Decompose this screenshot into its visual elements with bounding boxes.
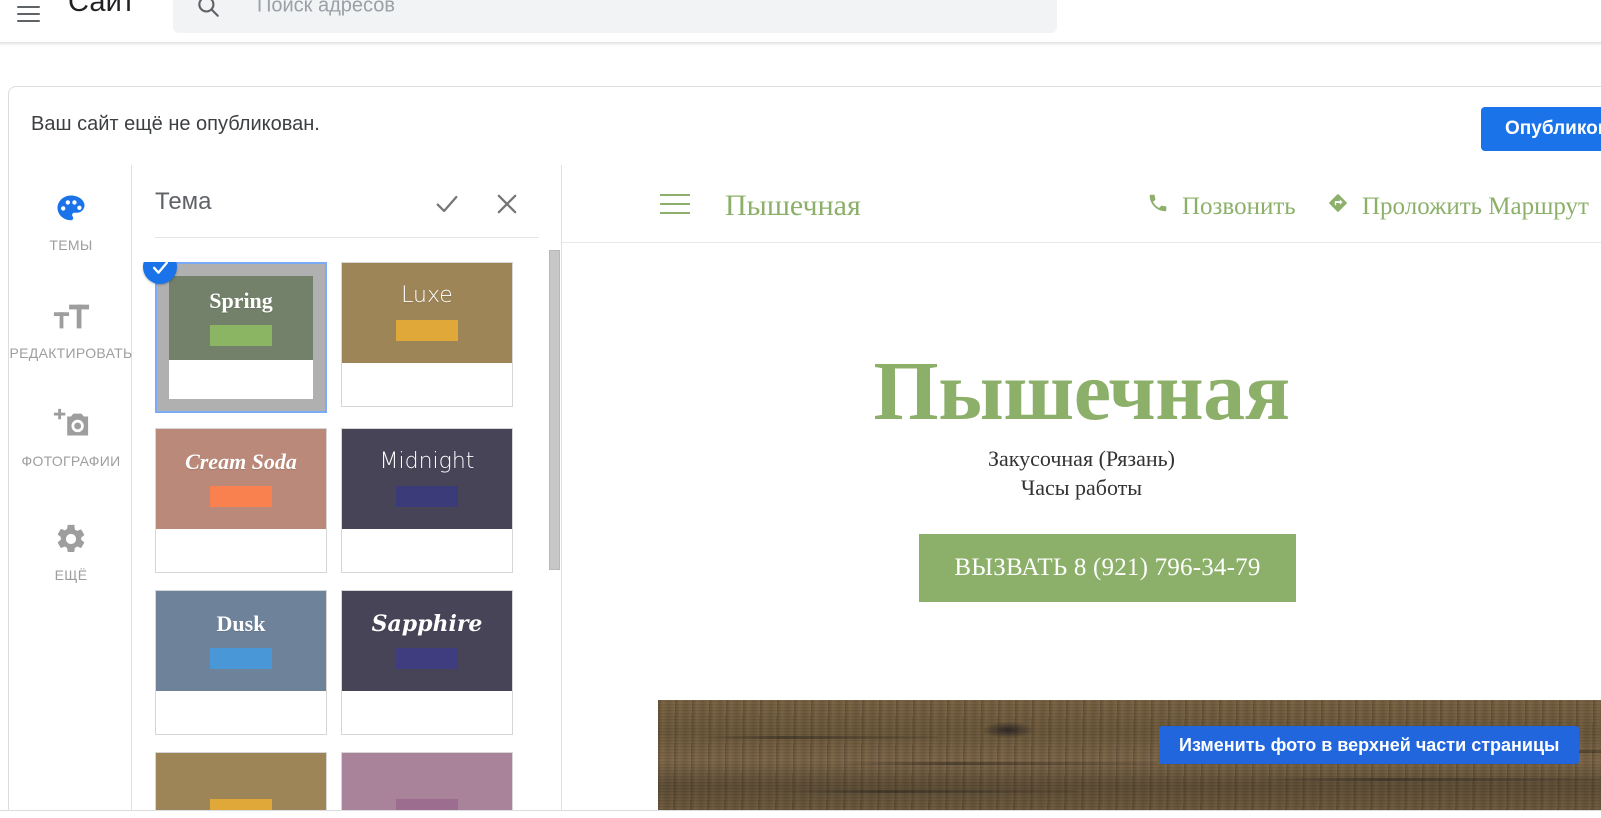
gear-icon xyxy=(54,519,88,559)
page-bottom-border xyxy=(0,810,1601,811)
preview-nav-directions[interactable]: Проложить Маршрут xyxy=(1327,192,1589,221)
theme-card-accent-swatch xyxy=(396,799,458,810)
theme-panel: Тема Spring Luxe Cream Soda Midnight Dusk Sap… xyxy=(132,165,562,810)
theme-card-accent-swatch xyxy=(396,320,458,341)
theme-panel-title: Тема xyxy=(155,188,212,215)
preview-brand-name: Пышечная xyxy=(725,189,861,222)
theme-card-cream-soda[interactable]: Cream Soda xyxy=(155,428,327,573)
theme-card-preview: Sapphire xyxy=(342,591,512,691)
theme-panel-header: Тема xyxy=(132,165,561,238)
theme-card-name: Luxe xyxy=(401,283,453,308)
theme-card-name: Cream Soda xyxy=(185,449,297,474)
theme-card-body xyxy=(342,529,512,572)
hamburger-menu-icon[interactable] xyxy=(6,0,50,36)
top-bar-shadow xyxy=(0,42,1601,46)
theme-card-dusk[interactable]: Dusk xyxy=(155,590,327,735)
publish-button[interactable]: Опубликовать xyxy=(1481,107,1601,151)
close-icon[interactable] xyxy=(490,187,524,221)
sidebar-item-themes[interactable]: ТЕМЫ xyxy=(9,175,133,267)
theme-card-accent-swatch xyxy=(210,486,272,507)
add-photo-icon xyxy=(52,405,90,445)
top-app-bar: Сайт Поиск адресов xyxy=(0,0,1601,42)
hero-subtitle-category: Закусочная (Рязань) xyxy=(987,446,1175,471)
theme-card-preview: Spring xyxy=(169,276,313,360)
hero-title: Пышечная xyxy=(873,345,1290,438)
publish-banner: Ваш сайт ещё не опубликован. Опубликоват… xyxy=(8,86,1601,165)
theme-scrollbar-thumb[interactable] xyxy=(549,250,560,570)
theme-grid: Spring Luxe Cream Soda Midnight Dusk Sapphire xyxy=(132,262,561,810)
preview-nav-label: Позвонить xyxy=(1182,192,1296,220)
theme-card-name: Dusk xyxy=(216,611,266,636)
wood-grain-streak xyxy=(698,736,938,739)
theme-card-accent-swatch xyxy=(210,648,272,669)
theme-card-preview: Dusk xyxy=(156,591,326,691)
preview-nav-label: Проложить Маршрут xyxy=(1362,192,1589,220)
theme-card-luxe[interactable]: Luxe xyxy=(341,262,513,407)
theme-card-spring[interactable]: Spring xyxy=(143,262,327,413)
theme-card-body xyxy=(342,691,512,734)
directions-icon xyxy=(1327,192,1349,221)
preview-site-header: Пышечная Позвонить Проложить Маршрут xyxy=(562,165,1601,243)
wood-knot-detail xyxy=(983,722,1033,738)
theme-card-accent-swatch xyxy=(210,325,272,346)
site-preview: Пышечная Позвонить Проложить Маршрут Пыш… xyxy=(562,165,1601,810)
banner-message: Ваш сайт ещё не опубликован. xyxy=(31,113,320,135)
header-divider xyxy=(155,237,539,238)
theme-card-name: Spring xyxy=(209,288,273,313)
palette-icon xyxy=(53,189,89,229)
text-format-icon xyxy=(52,297,90,337)
wood-grain-streak xyxy=(778,790,1078,793)
theme-card-sapphire[interactable]: Sapphire xyxy=(341,590,513,735)
search-input[interactable]: Поиск адресов xyxy=(257,0,395,17)
left-tool-rail: ТЕМЫ РЕДАКТИРОВАТЬ ФОТОГРАФИИ ЕЩЁ xyxy=(8,165,132,810)
sidebar-item-more[interactable]: ЕЩЁ xyxy=(9,505,133,597)
theme-card-body xyxy=(342,363,512,406)
wood-grain-streak xyxy=(1258,778,1601,781)
theme-card-preview xyxy=(156,753,326,810)
phone-icon xyxy=(1147,192,1169,221)
app-root: Сайт Поиск адресов Ваш сайт ещё не опубл… xyxy=(0,0,1601,818)
change-header-photo-button[interactable]: Изменить фото в верхней части страницы xyxy=(1159,726,1580,764)
hero-subtitle-hours: Часы работы xyxy=(1020,475,1143,500)
theme-card-preview xyxy=(342,753,512,810)
theme-card-accent-swatch xyxy=(210,799,272,810)
theme-card-accent-swatch xyxy=(396,486,458,507)
sidebar-item-edit[interactable]: РЕДАКТИРОВАТЬ xyxy=(9,283,133,375)
theme-card-body xyxy=(169,360,313,399)
app-title: Сайт xyxy=(68,0,136,18)
preview-nav-call[interactable]: Позвонить xyxy=(1147,192,1296,221)
check-icon[interactable] xyxy=(430,187,464,221)
theme-card-accent-swatch xyxy=(396,648,458,669)
sidebar-item-label: ФОТОГРАФИИ xyxy=(21,453,121,469)
theme-card-preview: Luxe xyxy=(342,263,512,363)
theme-card-name: Midnight xyxy=(379,449,475,474)
preview-hamburger-menu-icon[interactable] xyxy=(660,194,690,214)
theme-card-name: Sapphire xyxy=(371,611,483,637)
theme-card-7[interactable] xyxy=(341,752,513,810)
theme-card-body xyxy=(156,529,326,572)
sidebar-item-photos[interactable]: ФОТОГРАФИИ xyxy=(9,391,133,483)
theme-card-midnight[interactable]: Midnight xyxy=(341,428,513,573)
sidebar-item-label: ЕЩЁ xyxy=(54,567,88,583)
hero-call-button[interactable]: ВЫЗВАТЬ 8 (921) 796-34-79 xyxy=(919,534,1296,602)
theme-card-preview: Midnight xyxy=(342,429,512,529)
search-icon xyxy=(195,0,221,19)
theme-card-preview: Cream Soda xyxy=(156,429,326,529)
sidebar-item-label: РЕДАКТИРОВАТЬ xyxy=(9,345,133,361)
search-bar[interactable]: Поиск адресов xyxy=(173,0,1057,33)
theme-card-6[interactable] xyxy=(155,752,327,810)
sidebar-item-label: ТЕМЫ xyxy=(49,237,93,253)
theme-card-body xyxy=(156,691,326,734)
wood-grain-streak xyxy=(838,762,1158,765)
